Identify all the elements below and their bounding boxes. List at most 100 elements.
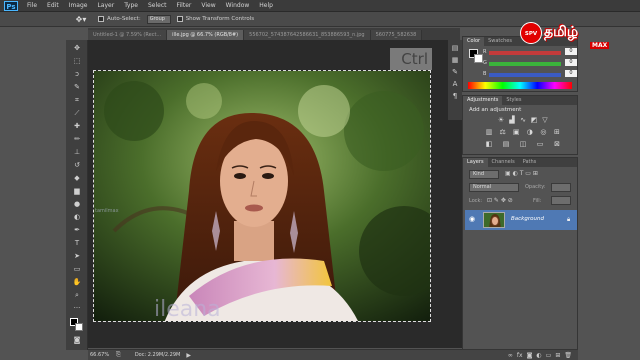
tab-560775[interactable]: 560775_582638 [370,30,423,40]
vibrance-icon[interactable]: ▥ [485,128,493,136]
brand-main-text: தமிழ் [544,24,579,40]
tab-layers[interactable]: Layers [463,158,488,167]
green-value[interactable]: 0 [565,59,577,66]
marquee-tool-icon[interactable]: ⬚ [70,57,84,66]
delete-layer-icon[interactable]: 🗑︎ [564,352,572,359]
menu-filter[interactable]: Filter [172,0,197,12]
status-arrow-icon[interactable]: ▶ [186,352,191,359]
tab-channels[interactable]: Channels [488,158,519,167]
brightness-icon[interactable]: ☀ [497,116,505,124]
blur-tool-icon[interactable]: ● [70,200,84,209]
levels-icon[interactable]: ▟ [508,116,516,124]
history-panel-icon[interactable]: ▤ [451,44,459,52]
gradient-tool-icon[interactable]: ▆ [70,187,84,196]
posterize-icon[interactable]: ▤ [502,140,510,148]
visibility-eye-icon[interactable]: ◉ [469,215,477,223]
menu-window[interactable]: Window [221,0,255,12]
lock-icons[interactable]: ⊡ ✎ ✥ ⊘ [487,197,513,204]
new-adjustment-icon[interactable]: ◐ [536,352,541,359]
more-tools-icon[interactable]: ··· [70,304,84,313]
menu-image[interactable]: Image [64,0,93,12]
brush-tool-icon[interactable]: ✏ [70,135,84,144]
selective-color-icon[interactable]: ⊠ [553,140,561,148]
layers-panel: Layers Channels Paths Kind ▣ ◐ T ▭ ⊞ Nor… [462,157,578,350]
new-layer-icon[interactable]: ⊞ [555,352,560,359]
menu-view[interactable]: View [196,0,220,12]
color-spectrum-bar[interactable] [468,82,572,89]
layer-style-icon[interactable]: fx [517,352,523,359]
exposure-icon[interactable]: ◩ [530,116,538,124]
brush-panel-icon[interactable]: ✎ [451,68,459,76]
document-tab-bar: Untitled-1 @ 7.59% (Rect... ille.jpg @ 6… [88,28,460,40]
curves-icon[interactable]: ∿ [519,116,527,124]
invert-icon[interactable]: ◧ [485,140,493,148]
adjustments-panel-tabs: Adjustments Styles [463,96,577,105]
layer-filter-icons[interactable]: ▣ ◐ T ▭ ⊞ [505,170,538,177]
hue-saturation-icon[interactable]: ⚖ [499,128,507,136]
auto-select-dropdown[interactable]: Group [146,14,171,24]
layer-filter-kind[interactable]: Kind [469,170,499,179]
quick-select-tool-icon[interactable]: ✎ [70,83,84,92]
fill-field[interactable] [551,196,571,205]
gradient-map-icon[interactable]: ▭ [536,140,544,148]
rectangle-tool-icon[interactable]: ▭ [70,265,84,274]
auto-select-checkbox[interactable] [98,16,104,22]
menu-file[interactable]: File [22,0,42,12]
document-photo[interactable]: ileana [93,70,431,322]
eyedropper-tool-icon[interactable]: ⟋ [70,109,84,118]
status-export-icon[interactable]: ⎘ [116,351,121,359]
link-layers-icon[interactable]: ∞ [508,352,513,359]
new-group-icon[interactable]: ▭ [546,352,552,359]
add-mask-icon[interactable]: ◙ [527,352,533,359]
menu-edit[interactable]: Edit [42,0,64,12]
threshold-icon[interactable]: ◫ [519,140,527,148]
hand-tool-icon[interactable]: ✋ [70,278,84,287]
lasso-tool-icon[interactable]: ↄ [70,70,84,79]
paragraph-panel-icon[interactable]: ¶ [451,92,459,100]
move-tool-preset-icon[interactable]: ✥▾ [70,14,92,25]
crop-tool-icon[interactable]: ⌗ [70,96,84,105]
color-background-swatch[interactable] [474,54,483,63]
clone-stamp-tool-icon[interactable]: ⊥ [70,148,84,157]
zoom-tool-icon[interactable]: ⌕ [70,291,84,300]
blue-slider[interactable]: B 0 [483,70,577,77]
tab-swatches[interactable]: Swatches [484,37,516,46]
zoom-level[interactable]: 66.67% [90,352,116,358]
tab-adjustments[interactable]: Adjustments [463,96,503,105]
menu-select[interactable]: Select [143,0,172,12]
black-white-icon[interactable]: ◑ [526,128,534,136]
triangle-icon[interactable]: ▽ [541,116,549,124]
type-tool-icon[interactable]: T [70,239,84,248]
menu-layer[interactable]: Layer [92,0,119,12]
healing-brush-tool-icon[interactable]: ✚ [70,122,84,131]
tab-556702-jpg[interactable]: 556702_574387642586631_853886593_n.jpg [244,30,371,40]
pen-tool-icon[interactable]: ✒ [70,226,84,235]
layer-row-background[interactable]: ◉ Background 🔒︎ [465,210,577,230]
tab-styles[interactable]: Styles [502,96,525,105]
channel-mixer-icon[interactable]: ⊞ [553,128,561,136]
photo-filter-icon[interactable]: ◎ [539,128,547,136]
move-tool-icon[interactable]: ✥ [70,44,84,53]
background-color-swatch[interactable] [75,323,83,331]
properties-panel-icon[interactable]: ▦ [451,56,459,64]
color-balance-icon[interactable]: ▣ [512,128,520,136]
brand-badge: SPV [520,22,542,44]
tab-untitled[interactable]: Untitled-1 @ 7.59% (Rect... [88,30,168,40]
layer-name-label[interactable]: Background [511,216,544,222]
menu-type[interactable]: Type [119,0,143,12]
tab-paths[interactable]: Paths [519,158,541,167]
tab-ille-jpg[interactable]: ille.jpg @ 66.7% (RGB/8#) [167,30,245,40]
path-selection-tool-icon[interactable]: ➤ [70,252,84,261]
character-panel-icon[interactable]: A [451,80,459,88]
dodge-tool-icon[interactable]: ◐ [70,213,84,222]
eraser-tool-icon[interactable]: ◆ [70,174,84,183]
quick-mask-icon[interactable]: ◙ [70,336,84,345]
green-slider[interactable]: G 0 [483,59,577,66]
blend-mode-dropdown[interactable]: Normal [469,183,519,192]
opacity-field[interactable] [551,183,571,192]
menu-help[interactable]: Help [254,0,278,12]
history-brush-tool-icon[interactable]: ↺ [70,161,84,170]
tab-color[interactable]: Color [463,37,485,46]
blue-value[interactable]: 0 [565,70,577,77]
show-transform-checkbox[interactable] [176,16,183,22]
